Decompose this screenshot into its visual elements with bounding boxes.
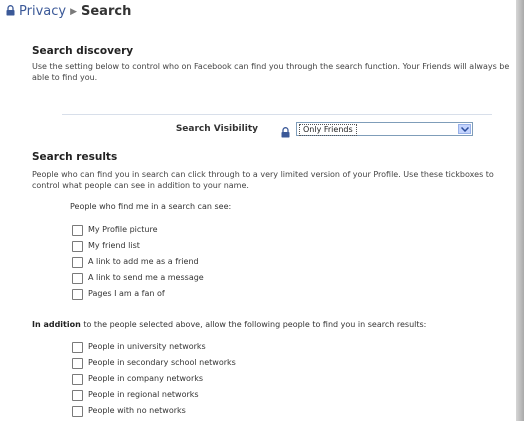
- checkbox[interactable]: [72, 273, 83, 284]
- checkbox-label: People with no networks: [88, 406, 186, 415]
- checkbox[interactable]: [72, 390, 83, 401]
- breadcrumb: Privacy ▶ Search: [6, 4, 131, 21]
- checkbox[interactable]: [72, 374, 83, 385]
- checkbox-label: My Profile picture: [88, 225, 158, 234]
- divider: [62, 114, 492, 115]
- checkbox-label: My friend list: [88, 241, 140, 250]
- lock-icon: [281, 123, 290, 142]
- search-discovery-description: Use the setting below to control who on …: [32, 62, 510, 82]
- in-addition-rest: to the people selected above, allow the …: [80, 320, 427, 329]
- checkbox-label: People in regional networks: [88, 390, 199, 399]
- search-results-heading: Search results: [32, 151, 118, 163]
- checkbox-label: People in university networks: [88, 342, 206, 351]
- search-visibility-select[interactable]: Only Friends: [296, 122, 473, 136]
- checkbox[interactable]: [72, 342, 83, 353]
- privacy-search-page: Privacy ▶ Search Search discovery Use the …: [0, 0, 516, 421]
- lock-icon: [6, 5, 15, 21]
- search-results-description: People who can find you in search can cl…: [32, 170, 494, 190]
- checkbox[interactable]: [72, 289, 83, 300]
- checkbox[interactable]: [72, 358, 83, 369]
- breadcrumb-privacy-link[interactable]: Privacy: [19, 4, 66, 19]
- in-addition-text: In addition to the people selected above…: [32, 320, 426, 329]
- checkbox[interactable]: [72, 257, 83, 268]
- checkbox[interactable]: [72, 225, 83, 236]
- dropdown-button[interactable]: [458, 124, 471, 134]
- in-addition-bold: In addition: [32, 320, 81, 329]
- checkbox-label: Pages I am a fan of: [88, 289, 165, 298]
- checkbox-label: People in company networks: [88, 374, 204, 383]
- checkbox-label: People in secondary school networks: [88, 358, 236, 367]
- breadcrumb-separator: ▶: [70, 7, 77, 17]
- search-visibility-value: Only Friends: [299, 124, 357, 136]
- search-discovery-heading: Search discovery: [32, 45, 134, 57]
- page-shadow: [516, 0, 524, 421]
- checkbox[interactable]: [72, 241, 83, 252]
- see-prompt: People who find me in a search can see:: [70, 202, 232, 211]
- checkbox-label: A link to send me a message: [88, 273, 204, 282]
- checkbox[interactable]: [72, 406, 83, 417]
- breadcrumb-current: Search: [81, 4, 132, 19]
- search-visibility-label: Search Visibility: [175, 124, 258, 134]
- checkbox-label: A link to add me as a friend: [88, 257, 199, 266]
